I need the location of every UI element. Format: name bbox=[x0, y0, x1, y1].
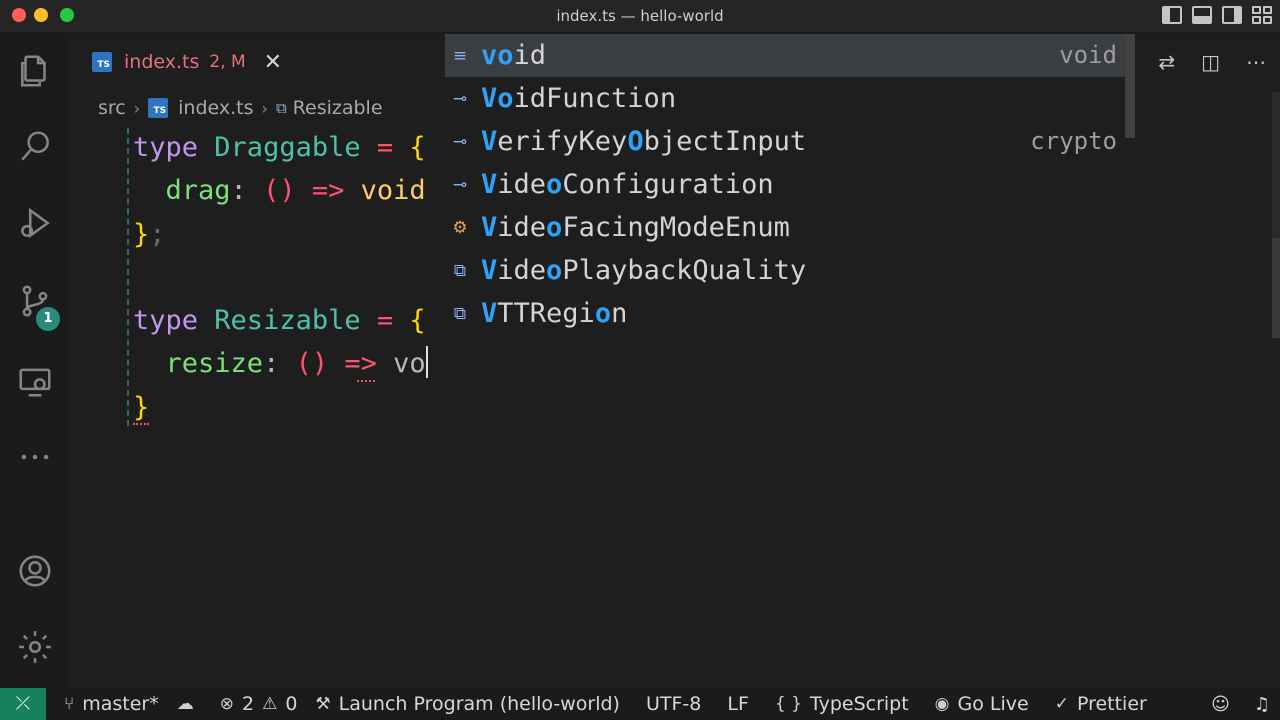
typescript-file-icon: TS bbox=[92, 52, 112, 72]
code-line-6: resize: () => vo bbox=[165, 346, 428, 380]
suggestion-label: VoidFunction bbox=[481, 83, 677, 114]
interface-icon: ⊸ bbox=[452, 89, 468, 109]
explorer-icon[interactable] bbox=[16, 52, 54, 90]
suggestion-item[interactable]: ⚙ VideoFacingModeEnum bbox=[445, 206, 1135, 249]
type-alias-icon: ⚙ bbox=[452, 218, 468, 238]
suggest-scrollbar[interactable] bbox=[1125, 34, 1135, 138]
remote-explorer-icon[interactable] bbox=[16, 362, 54, 400]
variable-icon: ⧉ bbox=[453, 261, 467, 281]
suggestion-label: VTTRegion bbox=[481, 298, 628, 329]
launch-config[interactable]: ⚒ Launch Program (hello-world) bbox=[315, 693, 620, 715]
more-actions-icon[interactable]: ⋯ bbox=[1246, 50, 1266, 74]
cloud-upload-icon: ☁ bbox=[176, 694, 194, 714]
run-debug-icon[interactable] bbox=[16, 204, 54, 242]
search-icon[interactable] bbox=[16, 128, 54, 166]
code-editor[interactable]: type Draggable = { drag: () => void }; t… bbox=[133, 126, 428, 429]
indent-guide bbox=[127, 128, 129, 426]
toggle-primary-sidebar-icon[interactable] bbox=[1162, 6, 1182, 24]
editor-actions: ⇄ ◫ ⋯ bbox=[1158, 50, 1266, 74]
layout-controls bbox=[1162, 6, 1272, 24]
suggestion-detail: void bbox=[1059, 41, 1117, 69]
type-symbol-icon: ⧉ bbox=[275, 99, 287, 117]
breadcrumb-symbol[interactable]: Resizable bbox=[293, 97, 383, 119]
error-squiggle bbox=[133, 419, 149, 425]
tab-close-icon[interactable]: ✕ bbox=[264, 50, 282, 75]
tab-problem-status: 2, M bbox=[209, 52, 246, 72]
suggestion-item[interactable]: ⧉ VideoPlaybackQuality bbox=[445, 249, 1135, 292]
tab-filename: index.ts bbox=[124, 51, 200, 73]
activity-bar: 1 bbox=[0, 34, 70, 688]
open-changes-icon[interactable]: ⇄ bbox=[1158, 50, 1175, 74]
feedback-icon[interactable]: ☺ bbox=[1211, 694, 1230, 715]
code-line-5: type Resizable = { bbox=[133, 305, 426, 337]
check-double-icon: ✓ bbox=[1054, 694, 1069, 714]
encoding-indicator[interactable]: UTF-8 bbox=[646, 693, 701, 715]
sync-button[interactable]: ☁ bbox=[177, 694, 202, 714]
debug-launch-icon: ⚒ bbox=[315, 694, 331, 714]
code-line-2: drag: () => void bbox=[165, 175, 426, 207]
braces-icon: { } bbox=[774, 694, 802, 714]
suggestion-item[interactable]: ⧉ VTTRegion bbox=[445, 292, 1135, 335]
suggestion-detail: crypto bbox=[1030, 127, 1117, 155]
chevron-right-icon: › bbox=[133, 98, 141, 118]
suggestion-label: VideoPlaybackQuality bbox=[481, 255, 807, 286]
text-cursor bbox=[425, 346, 428, 379]
suggestion-item[interactable]: ≡ void void bbox=[445, 34, 1135, 77]
code-line-3: }; bbox=[133, 218, 166, 250]
language-mode[interactable]: { } TypeScript bbox=[775, 693, 909, 715]
breadcrumb: src › TS index.ts › ⧉ Resizable bbox=[98, 96, 383, 120]
suggestion-item[interactable]: ⊸ VoidFunction bbox=[445, 77, 1135, 120]
suggest-widget: ≡ void void ⊸ VoidFunction ⊸ VerifyKeyOb… bbox=[445, 34, 1135, 338]
git-branch-icon: ⑂ bbox=[64, 694, 75, 714]
warning-icon: ⚠ bbox=[262, 694, 278, 714]
title-bar: index.ts — hello-world bbox=[0, 0, 1280, 33]
interface-icon: ⊸ bbox=[452, 132, 468, 152]
customize-layout-icon[interactable] bbox=[1252, 6, 1272, 24]
settings-gear-icon[interactable] bbox=[16, 628, 54, 666]
problems-indicator[interactable]: ⊗ 2 ⚠ 0 bbox=[220, 693, 298, 715]
branch-indicator[interactable]: ⑂ master* bbox=[64, 693, 159, 715]
accounts-icon[interactable] bbox=[16, 552, 54, 590]
window-title: index.ts — hello-world bbox=[556, 7, 724, 25]
source-control-badge: 1 bbox=[36, 307, 60, 331]
editor-scrollbar-thumb[interactable] bbox=[1272, 238, 1280, 338]
status-right-icons: ☺ ♫ bbox=[1211, 688, 1270, 720]
toggle-panel-icon[interactable] bbox=[1192, 6, 1212, 24]
suggestion-label: VideoConfiguration bbox=[481, 169, 774, 200]
interface-icon: ⊸ bbox=[452, 175, 468, 195]
chevron-right-icon: › bbox=[261, 98, 268, 118]
code-line-1: type Draggable = { bbox=[133, 132, 426, 163]
more-views-icon[interactable] bbox=[16, 438, 54, 476]
keyword-icon: ≡ bbox=[452, 46, 468, 66]
notifications-bell-icon[interactable]: ♫ bbox=[1254, 694, 1270, 715]
split-editor-icon[interactable]: ◫ bbox=[1201, 50, 1220, 74]
breadcrumb-file[interactable]: index.ts bbox=[178, 97, 253, 119]
typescript-file-icon: TS bbox=[148, 98, 169, 118]
variable-icon: ⧉ bbox=[453, 304, 467, 324]
broadcast-icon: ◉ bbox=[934, 694, 950, 714]
toggle-secondary-sidebar-icon[interactable] bbox=[1222, 6, 1242, 24]
breadcrumb-folder[interactable]: src bbox=[98, 97, 126, 119]
error-icon: ⊗ bbox=[219, 694, 234, 714]
suggestion-item[interactable]: ⊸ VideoConfiguration bbox=[445, 163, 1135, 206]
error-squiggle bbox=[357, 376, 375, 382]
tab-index-ts[interactable]: TS index.ts 2, M ✕ bbox=[88, 34, 360, 90]
go-live-button[interactable]: ◉ Go Live bbox=[935, 693, 1029, 715]
status-bar: ⤫ ⑂ master* ☁ ⊗ 2 ⚠ 0 ⚒ Launch Program (hell… bbox=[0, 688, 1280, 720]
suggestion-label: VerifyKeyObjectInput bbox=[481, 126, 807, 157]
prettier-indicator[interactable]: ✓ Prettier bbox=[1055, 693, 1147, 715]
suggestion-label: void bbox=[481, 40, 547, 71]
suggestion-item[interactable]: ⊸ VerifyKeyObjectInput crypto bbox=[445, 120, 1135, 163]
suggestion-label: VideoFacingModeEnum bbox=[481, 212, 790, 243]
eol-indicator[interactable]: LF bbox=[727, 693, 749, 715]
remote-indicator-icon[interactable]: ⤫ bbox=[0, 688, 46, 720]
